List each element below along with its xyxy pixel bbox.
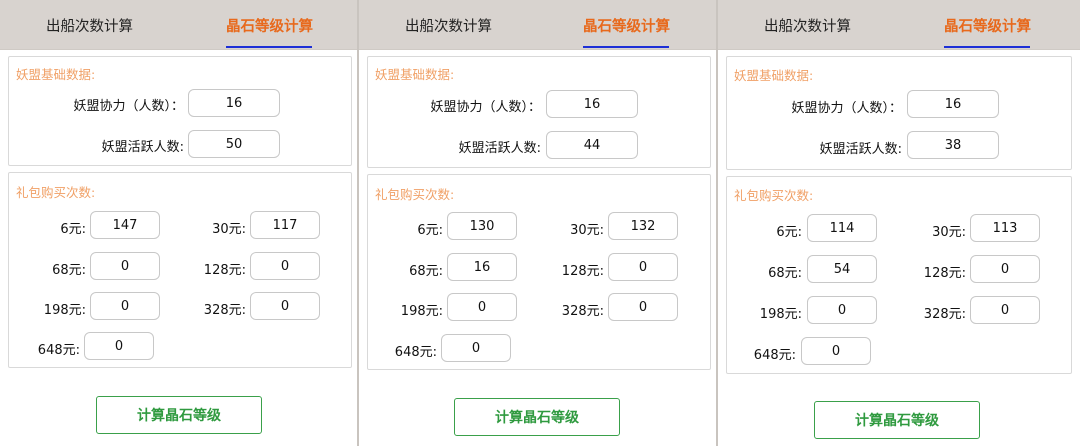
price-198-input[interactable] <box>90 292 160 320</box>
price-128-label: 128元: <box>561 264 604 279</box>
calculate-crystal-level-button[interactable]: 计算晶石等级 <box>96 396 262 434</box>
active-tab-indicator <box>944 46 1030 48</box>
active-input[interactable] <box>188 130 280 158</box>
price-6-label: 6元: <box>417 223 443 238</box>
assist-label: 妖盟协力（人数）： <box>73 99 184 114</box>
basic-data-title: 妖盟基础数据: <box>16 67 96 82</box>
price-68-label: 68元: <box>409 264 443 279</box>
price-328-input[interactable] <box>970 296 1040 324</box>
assist-input[interactable] <box>188 89 280 117</box>
tab-ship-count[interactable]: 出船次数计算 <box>405 15 492 36</box>
price-6-label: 6元: <box>60 222 86 237</box>
assist-input[interactable] <box>907 90 999 118</box>
price-6-input[interactable] <box>447 212 517 240</box>
price-30-input[interactable] <box>250 211 320 239</box>
tab-ship-count[interactable]: 出船次数计算 <box>46 15 133 36</box>
price-30-input[interactable] <box>608 212 678 240</box>
purchase-title: 礼包购买次数: <box>734 188 814 203</box>
price-68-label: 68元: <box>768 266 802 281</box>
price-198-input[interactable] <box>807 296 877 324</box>
price-128-input[interactable] <box>250 252 320 280</box>
active-tab-indicator <box>583 46 669 48</box>
price-30-label: 30元: <box>932 225 966 240</box>
active-label: 妖盟活跃人数: <box>819 142 902 157</box>
price-68-input[interactable] <box>807 255 877 283</box>
price-68-input[interactable] <box>90 252 160 280</box>
tab-ship-count[interactable]: 出船次数计算 <box>764 15 851 36</box>
basic-data-title: 妖盟基础数据: <box>375 67 455 82</box>
calculator-panel-3: 出船次数计算 晶石等级计算 妖盟基础数据: 妖盟协力（人数）： 妖盟活跃人数: … <box>718 0 1080 446</box>
price-328-label: 328元: <box>923 307 966 322</box>
tab-bar: 出船次数计算 晶石等级计算 <box>718 0 1080 50</box>
calculate-crystal-level-button[interactable]: 计算晶石等级 <box>814 401 980 439</box>
active-label: 妖盟活跃人数: <box>101 140 184 155</box>
price-648-input[interactable] <box>441 334 511 362</box>
price-198-input[interactable] <box>447 293 517 321</box>
assist-input[interactable] <box>546 90 638 118</box>
price-198-label: 198元: <box>400 304 443 319</box>
price-30-label: 30元: <box>570 223 604 238</box>
price-328-label: 328元: <box>203 303 246 318</box>
active-label: 妖盟活跃人数: <box>458 141 541 156</box>
price-68-label: 68元: <box>52 263 86 278</box>
price-198-label: 198元: <box>43 303 86 318</box>
price-6-label: 6元: <box>776 225 802 240</box>
purchase-title: 礼包购买次数: <box>16 185 96 200</box>
price-30-label: 30元: <box>212 222 246 237</box>
calculator-panel-1: 出船次数计算 晶石等级计算 妖盟基础数据: 妖盟协力（人数）： 妖盟活跃人数: … <box>0 0 358 446</box>
price-328-label: 328元: <box>561 304 604 319</box>
price-6-input[interactable] <box>807 214 877 242</box>
price-648-input[interactable] <box>84 332 154 360</box>
price-648-input[interactable] <box>801 337 871 365</box>
active-tab-indicator <box>226 46 312 48</box>
basic-data-title: 妖盟基础数据: <box>734 68 814 83</box>
active-input[interactable] <box>546 131 638 159</box>
tab-crystal-level[interactable]: 晶石等级计算 <box>583 15 670 36</box>
tab-bar: 出船次数计算 晶石等级计算 <box>0 0 358 50</box>
calculator-panel-2: 出船次数计算 晶石等级计算 妖盟基础数据: 妖盟协力（人数）： 妖盟活跃人数: … <box>359 0 717 446</box>
price-30-input[interactable] <box>970 214 1040 242</box>
tab-crystal-level[interactable]: 晶石等级计算 <box>944 15 1031 36</box>
purchase-title: 礼包购买次数: <box>375 187 455 202</box>
assist-label: 妖盟协力（人数）： <box>430 100 541 115</box>
price-68-input[interactable] <box>447 253 517 281</box>
price-648-label: 648元: <box>394 345 437 360</box>
price-128-label: 128元: <box>203 263 246 278</box>
assist-label: 妖盟协力（人数）： <box>791 101 902 116</box>
price-648-label: 648元: <box>753 348 796 363</box>
price-328-input[interactable] <box>250 292 320 320</box>
price-128-input[interactable] <box>970 255 1040 283</box>
price-328-input[interactable] <box>608 293 678 321</box>
calculate-crystal-level-button[interactable]: 计算晶石等级 <box>454 398 620 436</box>
price-648-label: 648元: <box>37 343 80 358</box>
active-input[interactable] <box>907 131 999 159</box>
price-128-input[interactable] <box>608 253 678 281</box>
price-6-input[interactable] <box>90 211 160 239</box>
tab-crystal-level[interactable]: 晶石等级计算 <box>226 15 313 36</box>
screenshot-stage: 出船次数计算 晶石等级计算 妖盟基础数据: 妖盟协力（人数）： 妖盟活跃人数: … <box>0 0 1080 446</box>
tab-bar: 出船次数计算 晶石等级计算 <box>359 0 717 50</box>
price-128-label: 128元: <box>923 266 966 281</box>
price-198-label: 198元: <box>759 307 802 322</box>
